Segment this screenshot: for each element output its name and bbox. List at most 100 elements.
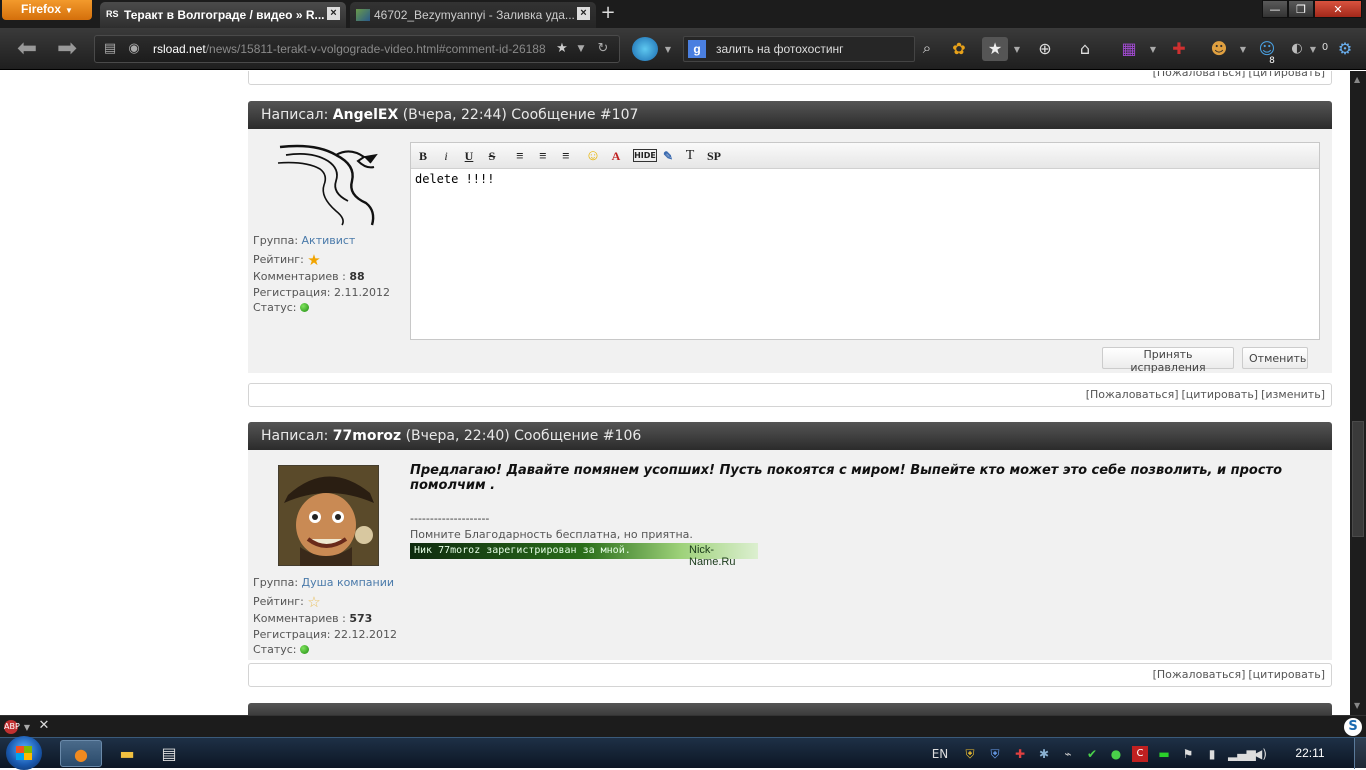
align-center-icon[interactable]: ≡: [536, 147, 550, 165]
monkey-addon-icon[interactable]: ☻: [1206, 37, 1232, 61]
scroll-up-icon[interactable]: ▲: [1354, 75, 1362, 84]
chevron-down-icon[interactable]: ▼: [22, 721, 32, 735]
bookmarks-page-icon[interactable]: ▤: [103, 42, 117, 56]
post-author[interactable]: 77moroz: [333, 428, 401, 444]
scroll-down-icon[interactable]: ▼: [1354, 701, 1362, 710]
back-arrow-icon[interactable]: ⬅: [12, 36, 42, 62]
skype-icon[interactable]: S: [1344, 718, 1362, 736]
report-link[interactable]: [Пожаловаться]: [1153, 668, 1246, 681]
page-scrollbar[interactable]: ▲ ▼: [1350, 71, 1366, 715]
text-color-icon[interactable]: A: [609, 147, 623, 165]
bold-button[interactable]: B: [416, 147, 430, 165]
search-bar[interactable]: g: [683, 36, 915, 62]
chevron-down-icon[interactable]: ▼: [663, 43, 673, 57]
adblock-icon[interactable]: ABP: [4, 720, 20, 734]
downloads-icon[interactable]: ⊕: [1032, 37, 1058, 61]
tray-checkmark-icon[interactable]: ✔: [1084, 746, 1100, 762]
address-bar[interactable]: ▤ ◉ rsload.net/news/15811-terakt-v-volgo…: [94, 35, 620, 63]
cancel-edit-button[interactable]: Отменить: [1242, 347, 1308, 369]
group-link[interactable]: Активист: [302, 234, 356, 247]
post-author[interactable]: AngelEX: [333, 107, 398, 123]
firefox-menu-button[interactable]: Firefox ▼: [2, 0, 92, 20]
font-button[interactable]: T: [683, 147, 697, 165]
forward-arrow-icon[interactable]: ➡: [52, 36, 82, 62]
chevron-down-icon[interactable]: ▼: [1238, 43, 1248, 57]
apps-grid-icon[interactable]: ▦: [1116, 37, 1142, 61]
reload-icon[interactable]: ↻: [595, 42, 611, 56]
new-tab-button[interactable]: +: [598, 4, 618, 22]
google-search-icon[interactable]: g: [688, 40, 706, 58]
align-left-icon[interactable]: ≡: [513, 147, 527, 165]
skype-notifier-icon[interactable]: ☺: [1254, 37, 1280, 61]
edit-pencil-icon[interactable]: ✎: [660, 147, 676, 165]
tray-c-icon[interactable]: C: [1132, 746, 1148, 762]
chevron-down-icon: ▼: [65, 6, 73, 15]
url-text[interactable]: rsload.net/news/15811-terakt-v-volgograd…: [153, 42, 553, 56]
close-addon-bar-icon[interactable]: ✕: [38, 719, 50, 733]
report-link[interactable]: [Пожаловаться]: [1086, 388, 1179, 401]
chevron-down-icon[interactable]: ▼: [1308, 43, 1318, 57]
search-icon[interactable]: ⌕: [919, 41, 935, 56]
tray-shield-icon[interactable]: ⛨: [987, 746, 1003, 762]
taskbar-explorer[interactable]: ▬: [106, 740, 148, 767]
minimize-button[interactable]: —: [1262, 0, 1288, 18]
home-icon[interactable]: ⌂: [1072, 37, 1098, 61]
tray-bluetooth-icon[interactable]: ✱: [1036, 746, 1052, 762]
report-link[interactable]: [Пожаловаться]: [1153, 71, 1246, 79]
hide-button[interactable]: HIDE: [633, 149, 657, 162]
start-button[interactable]: [6, 736, 42, 770]
addon-leaf-icon[interactable]: ✿: [946, 37, 972, 61]
tray-power-icon[interactable]: ▮: [1204, 746, 1220, 762]
tray-flag-icon[interactable]: ⚑: [1180, 746, 1196, 762]
spoiler-button[interactable]: SP: [705, 147, 723, 165]
strikethrough-button[interactable]: S: [485, 147, 499, 165]
scrollbar-thumb[interactable]: [1352, 421, 1364, 537]
pinger-icon[interactable]: [632, 37, 658, 61]
status-online-icon: [300, 303, 310, 312]
quote-link[interactable]: [цитировать]: [1182, 388, 1259, 401]
maximize-button[interactable]: ❐: [1288, 0, 1314, 18]
eye-icon[interactable]: ◐: [1284, 37, 1310, 61]
accept-changes-button[interactable]: Принять исправления: [1102, 347, 1234, 374]
quote-link[interactable]: [цитировать]: [1248, 668, 1325, 681]
underline-button[interactable]: U: [462, 147, 476, 165]
close-tab-icon[interactable]: ×: [577, 7, 590, 20]
language-indicator[interactable]: EN: [930, 746, 950, 762]
group-link[interactable]: Душа компании: [302, 576, 395, 589]
tab-title: 46702_Bezymyannyi - Заливка уда...: [374, 8, 575, 22]
italic-button[interactable]: i: [439, 147, 453, 165]
tab-bezymyannyi[interactable]: 46702_Bezymyannyi - Заливка уда... ×: [350, 2, 596, 28]
chevron-down-icon[interactable]: ▼: [1012, 43, 1022, 57]
smiley-icon[interactable]: ☺: [585, 147, 601, 165]
bookmarks-star-icon[interactable]: ★: [982, 37, 1008, 61]
addon-shield-icon[interactable]: ✚: [1166, 37, 1192, 61]
nick-name-banner[interactable]: Ник 77moroz зарегистрирован за мной. Nic…: [410, 543, 758, 568]
taskbar-notepad[interactable]: ▤: [148, 740, 190, 767]
tray-security-icon[interactable]: ⛨: [962, 746, 978, 762]
tray-green-icon[interactable]: ●: [1108, 746, 1124, 762]
align-right-icon[interactable]: ≡: [559, 147, 573, 165]
comment-textarea[interactable]: [411, 169, 1319, 339]
tray-network-icon[interactable]: ▂▄▆: [1228, 746, 1256, 762]
bookmark-star-icon[interactable]: ★: [555, 42, 569, 56]
tab-terakt[interactable]: RS Теракт в Волгограде / видео » R... ×: [100, 2, 346, 28]
history-dropdown-icon[interactable]: ▼: [575, 42, 587, 56]
network-icon[interactable]: ⚙: [1332, 37, 1358, 61]
taskbar-firefox[interactable]: ●: [60, 740, 102, 767]
edit-link[interactable]: [изменить]: [1261, 388, 1325, 401]
clock[interactable]: 22:11: [1290, 746, 1330, 762]
search-input[interactable]: [716, 40, 906, 58]
tray-addon-icon[interactable]: ✚: [1012, 746, 1028, 762]
tray-battery-icon[interactable]: ▬: [1156, 746, 1172, 762]
close-tab-icon[interactable]: ×: [327, 7, 340, 20]
banner-right-text: Nick-Name.Ru: [689, 544, 736, 568]
window-close-button[interactable]: ✕: [1314, 0, 1362, 18]
group-label: Группа:: [253, 576, 299, 589]
show-desktop-button[interactable]: [1354, 738, 1366, 769]
tray-usb-icon[interactable]: ⌁: [1060, 746, 1076, 762]
signature-separator: --------------------: [410, 512, 490, 525]
tray-volume-icon[interactable]: ◀): [1252, 746, 1268, 762]
chevron-down-icon[interactable]: ▼: [1148, 43, 1158, 57]
quote-link[interactable]: [цитировать]: [1248, 71, 1325, 79]
comments-label: Комментариев :: [253, 612, 346, 625]
